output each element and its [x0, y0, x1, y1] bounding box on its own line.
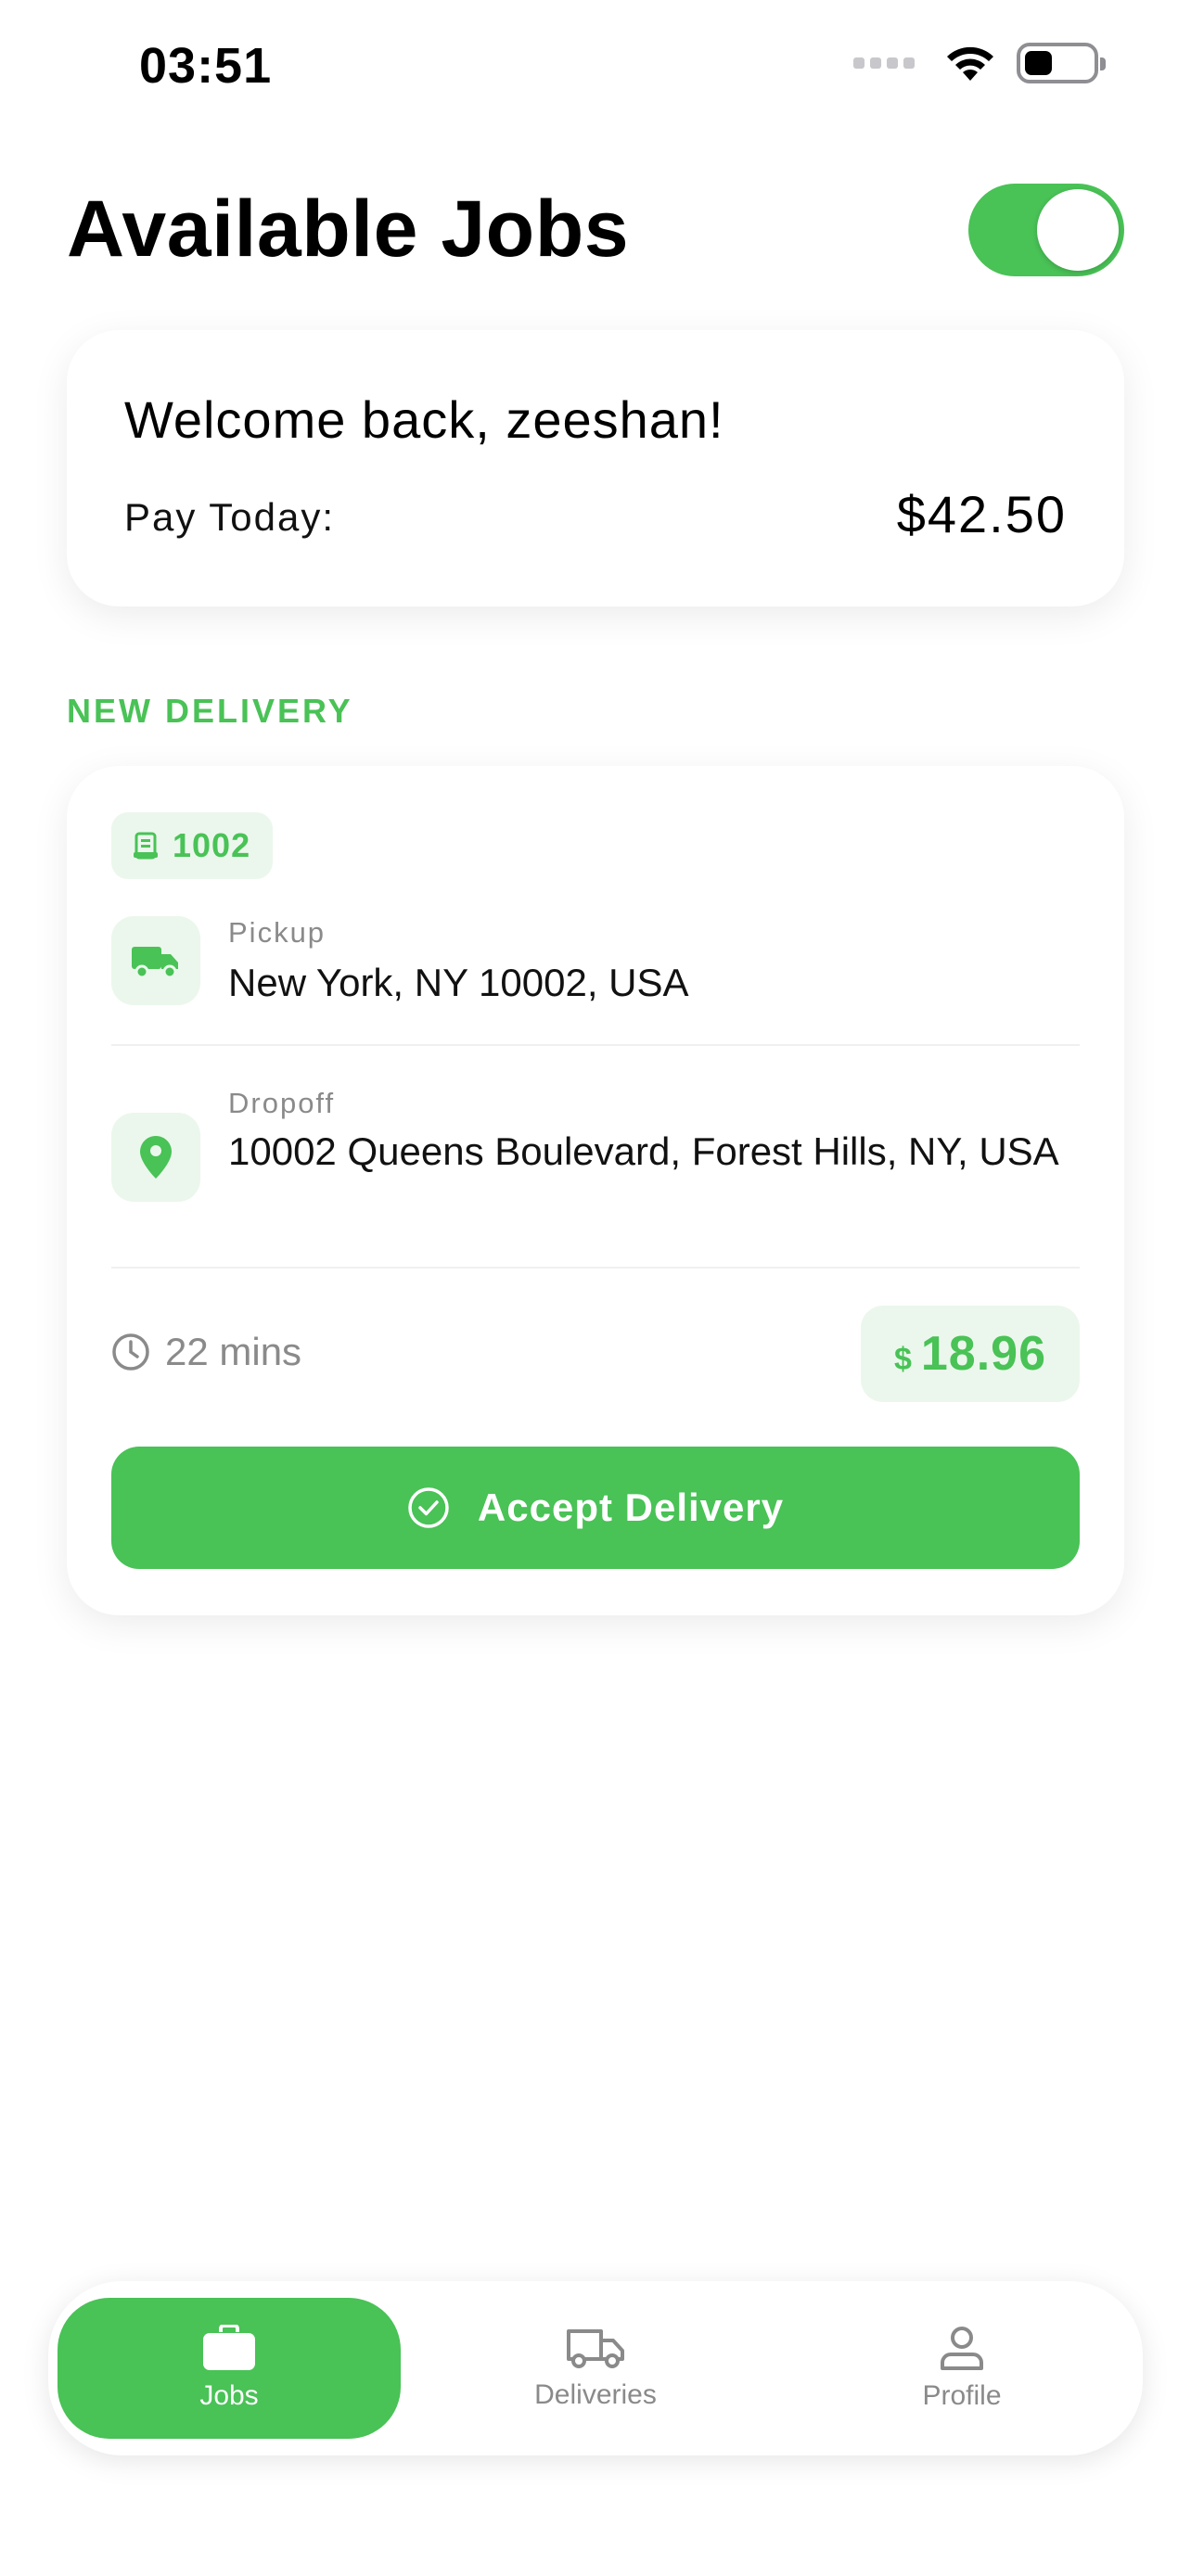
truck-icon — [567, 2329, 624, 2368]
pay-today-value: $42.50 — [896, 485, 1067, 543]
welcome-greeting: Welcome back, zeeshan! — [124, 390, 724, 449]
battery-icon — [1017, 43, 1106, 83]
pay-today-label: Pay Today: — [124, 495, 336, 539]
status-bar: 03:51 — [0, 0, 1191, 139]
truck-icon — [132, 947, 178, 978]
toggle-knob — [1037, 189, 1119, 271]
dropoff-icon-box — [111, 1113, 200, 1202]
divider — [111, 1267, 1080, 1269]
pickup-address: New York, NY 10002, USA — [228, 961, 689, 1004]
bottom-tab-bar: Jobs Deliveries Profile — [48, 2281, 1143, 2455]
briefcase-icon — [203, 2325, 255, 2370]
check-circle-icon — [408, 1487, 449, 1528]
section-label: NEW DELIVERY — [67, 692, 353, 730]
dropoff-address: 10002 Queens Boulevard, Forest Hills, NY… — [228, 1129, 1059, 1173]
price-currency: $ — [893, 1342, 912, 1377]
price-value: 18.96 — [920, 1327, 1046, 1381]
divider — [111, 1044, 1080, 1046]
price-badge: $ 18.96 — [860, 1306, 1080, 1402]
status-time: 03:51 — [139, 38, 273, 94]
availability-toggle[interactable] — [968, 184, 1124, 276]
dropoff-label: Dropoff — [228, 1087, 336, 1119]
tab-profile[interactable]: Profile — [790, 2298, 1133, 2439]
clock-icon — [112, 1333, 149, 1371]
accept-delivery-label: Accept Delivery — [477, 1486, 785, 1529]
welcome-card: Welcome back, zeeshan! Pay Today: $42.50 — [67, 330, 1124, 606]
tab-deliveries-label: Deliveries — [534, 2379, 657, 2410]
tab-jobs-label: Jobs — [199, 2380, 259, 2411]
order-id-badge: 1002 — [111, 812, 274, 879]
order-id: 1002 — [173, 826, 251, 864]
delivery-card[interactable]: 1002 Pickup New York, NY 10002, USA Drop… — [67, 766, 1124, 1615]
map-pin-icon — [140, 1136, 172, 1179]
tab-deliveries[interactable]: Deliveries — [424, 2298, 767, 2439]
receipt-icon — [134, 832, 158, 860]
accept-delivery-button[interactable]: Accept Delivery — [111, 1447, 1080, 1569]
tab-profile-label: Profile — [922, 2380, 1002, 2411]
cellular-signal-icon — [853, 57, 915, 69]
eta: 22 mins — [111, 1330, 301, 1374]
page-title: Available Jobs — [67, 185, 630, 274]
pickup-icon-box — [111, 916, 200, 1005]
eta-text: 22 mins — [165, 1330, 302, 1373]
user-icon — [941, 2327, 983, 2370]
status-icons — [853, 43, 1106, 83]
tab-jobs[interactable]: Jobs — [58, 2298, 401, 2439]
pickup-label: Pickup — [228, 916, 327, 949]
wifi-icon — [947, 46, 993, 81]
